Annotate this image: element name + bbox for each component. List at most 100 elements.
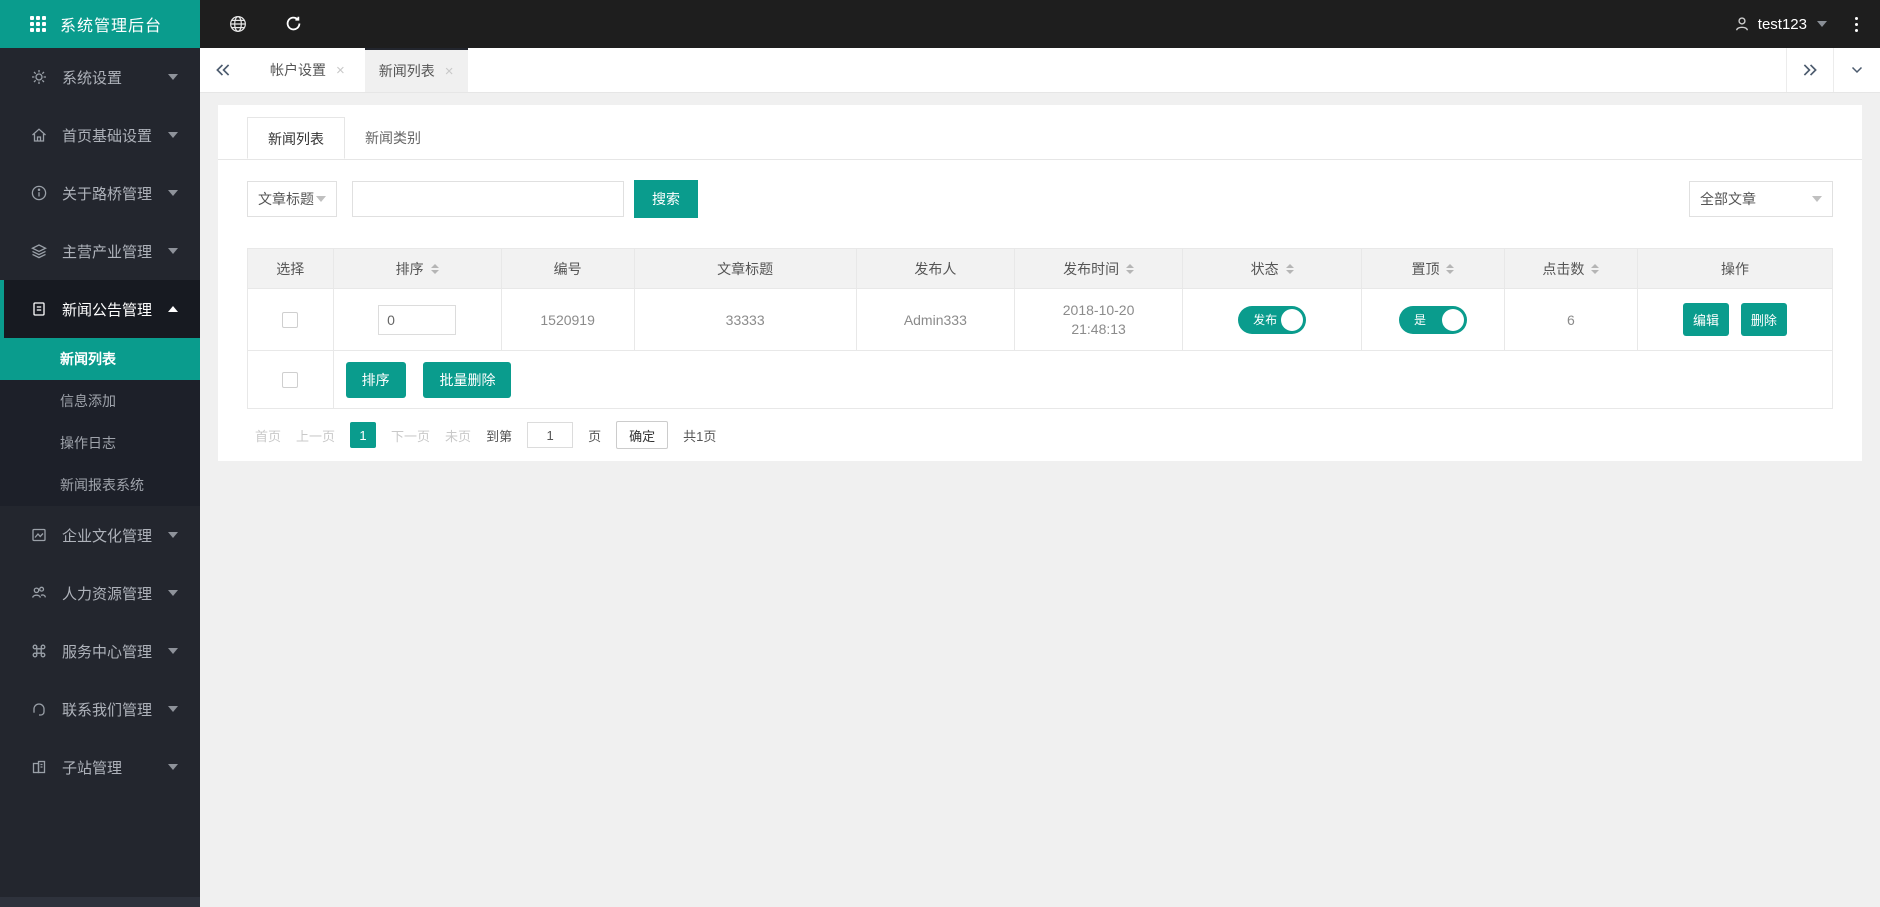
layers-icon xyxy=(30,242,48,260)
kebab-menu-icon[interactable] xyxy=(1851,11,1862,37)
sidebar-subitem-news-report[interactable]: 新闻报表系统 xyxy=(0,464,200,506)
status-toggle[interactable]: 发布 xyxy=(1238,305,1307,334)
toggle-knob xyxy=(1281,308,1304,331)
sidebar-item-service-management[interactable]: 服务中心管理 xyxy=(0,622,200,680)
page-current[interactable]: 1 xyxy=(350,422,377,448)
col-publisher: 发布人 xyxy=(855,248,1016,289)
sidebar-item-contact-management[interactable]: 联系我们管理 xyxy=(0,680,200,738)
row-publisher: Admin333 xyxy=(855,288,1016,351)
chevron-down-icon xyxy=(168,764,178,770)
sidebar-subitem-label: 新闻列表 xyxy=(60,351,116,367)
tab-label: 帐户设置 xyxy=(270,62,326,78)
sidebar-item-hr-management[interactable]: 人力资源管理 xyxy=(0,564,200,622)
sidebar-item-label: 首页基础设置 xyxy=(62,127,153,145)
row-sort-input[interactable] xyxy=(378,304,457,335)
toggle-knob xyxy=(1441,308,1464,331)
col-status[interactable]: 状态 xyxy=(1182,248,1363,289)
col-clicks[interactable]: 点击数 xyxy=(1503,248,1638,289)
select-all-checkbox[interactable] xyxy=(282,372,299,389)
username: test123 xyxy=(1757,15,1807,33)
sidebar: 系统管理后台 系统设置 首页基础设置 关于路桥管理 主营产业管理 新闻公告管理 … xyxy=(0,0,200,907)
sidebar-item-industry-management[interactable]: 主营产业管理 xyxy=(0,222,200,280)
goto-confirm-button[interactable]: 确定 xyxy=(616,421,669,449)
table-row: 1520919 33333 Admin333 2018-10-20 21:48:… xyxy=(247,288,1834,351)
sort-icon[interactable] xyxy=(1126,263,1135,274)
page-first-link[interactable]: 首页 xyxy=(255,426,281,445)
sidebar-item-news-management[interactable]: 新闻公告管理 xyxy=(0,280,200,338)
page-last-link[interactable]: 未页 xyxy=(445,426,471,445)
sort-icon[interactable] xyxy=(430,263,439,274)
page-next-link[interactable]: 下一页 xyxy=(391,426,430,445)
sidebar-item-subsite-management[interactable]: 子站管理 xyxy=(0,738,200,796)
tab-account-settings[interactable]: 帐户设置 × xyxy=(256,48,359,92)
sidebar-item-label: 子站管理 xyxy=(62,759,123,777)
search-field-select[interactable]: 文章标题 xyxy=(247,181,337,217)
sidebar-item-label: 联系我们管理 xyxy=(62,701,153,719)
sidebar-subitem-info-add[interactable]: 信息添加 xyxy=(0,380,200,422)
bulk-sort-button[interactable]: 排序 xyxy=(345,361,406,398)
search-button[interactable]: 搜索 xyxy=(634,180,698,218)
app-title: 系统管理后台 xyxy=(60,18,163,35)
sort-icon[interactable] xyxy=(1591,263,1600,274)
tab-news-list-inner[interactable]: 新闻列表 xyxy=(247,117,345,159)
refresh-icon[interactable] xyxy=(284,14,304,34)
sidebar-item-system-settings[interactable]: 系统设置 xyxy=(0,48,200,106)
col-publish-time[interactable]: 发布时间 xyxy=(1014,248,1184,289)
delete-button[interactable]: 删除 xyxy=(1740,303,1787,336)
user-menu[interactable]: test123 xyxy=(1733,15,1827,33)
filter-bar: 文章标题 搜索 全部文章 xyxy=(247,180,1833,218)
category-value: 全部文章 xyxy=(1700,191,1756,207)
col-sort[interactable]: 排序 xyxy=(332,248,502,289)
chevron-up-icon xyxy=(168,306,178,312)
sidebar-item-about-management[interactable]: 关于路桥管理 xyxy=(0,164,200,222)
edit-button[interactable]: 编辑 xyxy=(1683,303,1730,336)
globe-icon[interactable] xyxy=(228,14,248,34)
scroll-tabs-right-icon[interactable] xyxy=(1787,48,1833,92)
sort-icon[interactable] xyxy=(1285,263,1294,274)
row-publish-time: 2018-10-20 21:48:13 xyxy=(1014,288,1184,351)
goto-prefix: 到第 xyxy=(486,428,513,444)
news-submenu: 新闻列表 信息添加 操作日志 新闻报表系统 xyxy=(0,338,200,506)
chevron-down-icon xyxy=(168,190,178,196)
chevron-down-icon xyxy=(1817,21,1827,27)
goto-suffix: 页 xyxy=(588,428,602,444)
chevron-down-icon xyxy=(168,132,178,138)
sort-icon[interactable] xyxy=(1446,263,1455,274)
category-select[interactable]: 全部文章 xyxy=(1689,181,1833,217)
search-keyword-input[interactable] xyxy=(352,181,624,217)
collapse-tabs-icon[interactable] xyxy=(200,48,246,92)
chevron-down-icon xyxy=(168,648,178,654)
chevron-down-icon xyxy=(168,590,178,596)
status-toggle-label: 发布 xyxy=(1253,313,1278,327)
admin-app: 系统管理后台 系统设置 首页基础设置 关于路桥管理 主营产业管理 新闻公告管理 … xyxy=(0,0,1880,907)
sidebar-item-label: 主营产业管理 xyxy=(62,243,153,261)
col-top[interactable]: 置顶 xyxy=(1361,248,1505,289)
close-icon[interactable]: × xyxy=(336,63,345,78)
info-icon xyxy=(30,184,48,202)
close-icon[interactable]: × xyxy=(445,64,454,79)
sidebar-subitem-news-list[interactable]: 新闻列表 xyxy=(0,338,200,380)
sidebar-item-label: 关于路桥管理 xyxy=(62,185,153,203)
sidebar-subitem-label: 操作日志 xyxy=(60,435,116,451)
file-icon xyxy=(30,300,48,318)
image-icon xyxy=(30,526,48,544)
sidebar-item-label: 新闻公告管理 xyxy=(62,301,153,319)
table-header-row: 选择 排序 编号 文章标题 发布人 发布时间 状态 置顶 点击数 操作 xyxy=(247,248,1834,289)
headset-icon xyxy=(30,700,48,718)
news-list-card: 新闻列表 新闻类别 文章标题 搜索 全部文章 选择 排序 编号 文章标题 发布人… xyxy=(218,105,1862,461)
tab-news-list[interactable]: 新闻列表 × xyxy=(364,48,468,92)
tab-news-category[interactable]: 新闻类别 xyxy=(345,117,441,159)
goto-page-input[interactable] xyxy=(527,422,574,448)
sidebar-subitem-operation-log[interactable]: 操作日志 xyxy=(0,422,200,464)
command-icon xyxy=(30,642,48,660)
sidebar-item-culture-management[interactable]: 企业文化管理 xyxy=(0,506,200,564)
tab-label: 新闻列表 xyxy=(378,63,435,79)
sidebar-item-homepage-settings[interactable]: 首页基础设置 xyxy=(0,106,200,164)
bulk-delete-button[interactable]: 批量删除 xyxy=(423,361,512,398)
page-prev-link[interactable]: 上一页 xyxy=(296,426,335,445)
sidebar-menu: 系统设置 首页基础设置 关于路桥管理 主营产业管理 新闻公告管理 新闻列表 信息… xyxy=(0,48,200,796)
tab-list-dropdown-icon[interactable] xyxy=(1834,48,1880,92)
top-toggle[interactable]: 是 xyxy=(1398,305,1467,334)
row-checkbox[interactable] xyxy=(282,312,299,329)
user-icon xyxy=(1735,17,1748,31)
